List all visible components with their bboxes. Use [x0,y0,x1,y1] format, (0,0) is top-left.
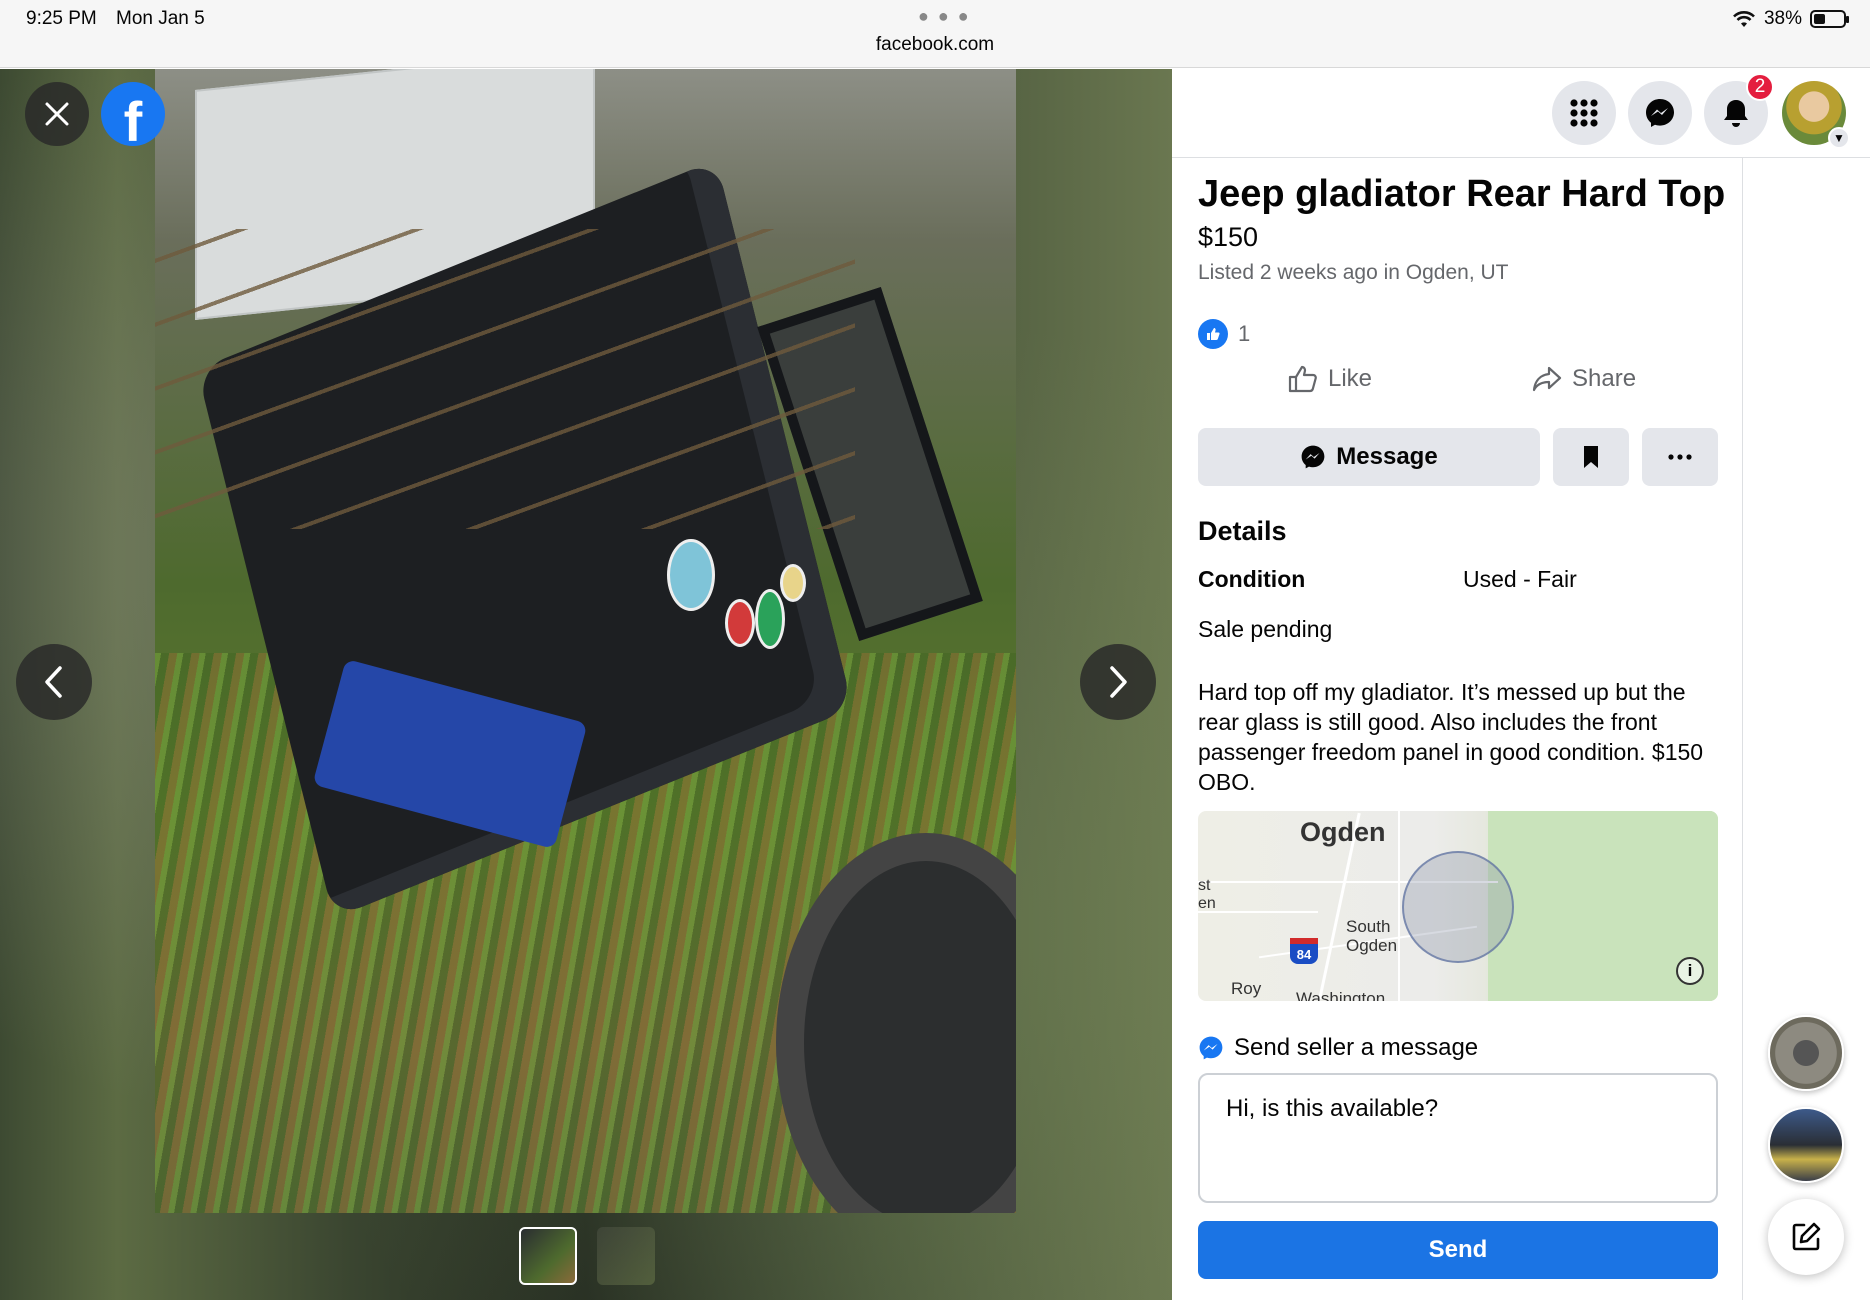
facebook-logo-icon[interactable]: f [101,82,165,146]
share-button[interactable]: Share [1532,365,1636,393]
status-time: 9:25 PM [26,8,97,29]
compose-icon [1792,1222,1821,1251]
listing-location-time[interactable]: Listed 2 weeks ago in Ogden, UT [1198,261,1509,285]
multitask-dots-icon[interactable]: ● ● ● [918,6,971,27]
like-button[interactable]: Like [1288,365,1372,393]
chevron-right-icon [1110,666,1127,698]
status-bar: 9:25 PM Mon Jan 5 ● ● ● facebook.com 38% [0,0,1870,68]
map-fragment-2: en [1198,895,1216,912]
like-reaction-icon [1198,319,1228,349]
location-map[interactable]: Ogden South Ogden Roy Washington st en 8… [1198,811,1718,1001]
sale-status: Sale pending [1198,616,1333,642]
bookmark-icon [1584,446,1598,468]
messenger-button[interactable] [1628,81,1692,145]
map-city-washington: Washington [1296,989,1386,1001]
condition-value: Used - Fair [1463,566,1577,592]
top-nav: 2 ▼ [1172,69,1870,158]
previous-photo-button[interactable] [16,644,92,720]
photo-thumbnail-1[interactable] [519,1227,577,1285]
listing-title: Jeep gladiator Rear Hard Top [1198,173,1726,215]
chevron-down-icon: ▼ [1828,127,1850,149]
close-icon [45,102,69,126]
battery-percent: 38% [1763,8,1802,29]
listing-panel: 2 ▼ Jeep gladiator Rear Hard Top $150 Li… [1172,69,1870,1300]
details-heading: Details [1198,516,1287,546]
grid-menu-icon [1570,99,1598,127]
more-options-button[interactable] [1642,428,1718,486]
bell-icon [1724,100,1748,127]
info-icon[interactable]: i [1676,957,1704,985]
wifi-icon [1733,11,1755,27]
map-fragment-1: st [1198,877,1211,894]
more-icon [1668,454,1692,460]
related-listing-thumbnail-1[interactable] [1768,1015,1844,1091]
listing-description: Hard top off my gladiator. It’s messed u… [1198,679,1704,795]
message-label: Message [1336,443,1438,470]
thumbs-up-icon [1288,365,1317,393]
battery-icon [1810,10,1849,28]
status-date: Mon Jan 5 [116,8,205,29]
listing-photo [155,69,1016,1213]
save-button[interactable] [1553,428,1629,486]
map-city-south-ogden: South Ogden [1346,917,1398,955]
condition-label: Condition [1198,566,1306,592]
interstate-shield-icon: 84 [1290,938,1318,964]
send-seller-text: Send seller a message [1234,1034,1479,1061]
notifications-button[interactable]: 2 [1704,73,1774,145]
panel-divider [1742,158,1743,1300]
like-label: Like [1328,365,1373,392]
next-photo-button[interactable] [1080,644,1156,720]
messenger-icon [1646,99,1674,127]
photo-viewer: f [0,69,1172,1300]
send-seller-message-label: Send seller a message [1198,1034,1478,1062]
chevron-left-icon [45,666,62,698]
messenger-icon [1199,1036,1223,1060]
reaction-summary[interactable]: 1 [1198,319,1250,349]
compose-message-button[interactable] [1768,1199,1844,1275]
reaction-count: 1 [1238,321,1251,346]
send-button[interactable]: Send [1198,1221,1718,1279]
share-label: Share [1572,365,1637,392]
seller-message-input[interactable]: Hi, is this available? [1198,1073,1718,1203]
share-icon [1532,366,1562,392]
profile-avatar[interactable]: ▼ [1782,81,1850,149]
map-city-ogden: Ogden [1300,817,1386,847]
status-indicators: 38% [1732,8,1849,30]
listing-price: $150 [1198,222,1259,252]
notification-badge: 2 [1746,73,1774,101]
photo-thumbnails [519,1227,655,1285]
related-listing-thumbnail-2[interactable] [1768,1107,1844,1183]
message-button[interactable]: Message [1198,428,1540,486]
close-viewer-button[interactable] [25,82,89,146]
photo-thumbnail-2[interactable] [597,1227,655,1285]
menu-grid-button[interactable] [1552,81,1616,145]
address-url[interactable]: facebook.com [0,34,1870,56]
map-city-roy: Roy [1231,979,1262,998]
messenger-icon [1301,445,1325,469]
location-radius [1402,851,1514,963]
